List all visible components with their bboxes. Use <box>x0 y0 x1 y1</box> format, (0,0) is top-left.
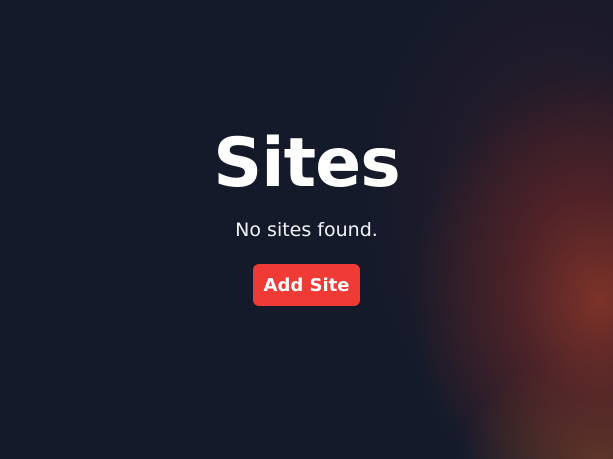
add-site-button[interactable]: Add Site <box>252 264 361 306</box>
page-title: Sites <box>213 124 400 203</box>
main-content: Sites No sites found. Add Site <box>0 120 613 306</box>
empty-state-message: No sites found. <box>235 219 378 241</box>
